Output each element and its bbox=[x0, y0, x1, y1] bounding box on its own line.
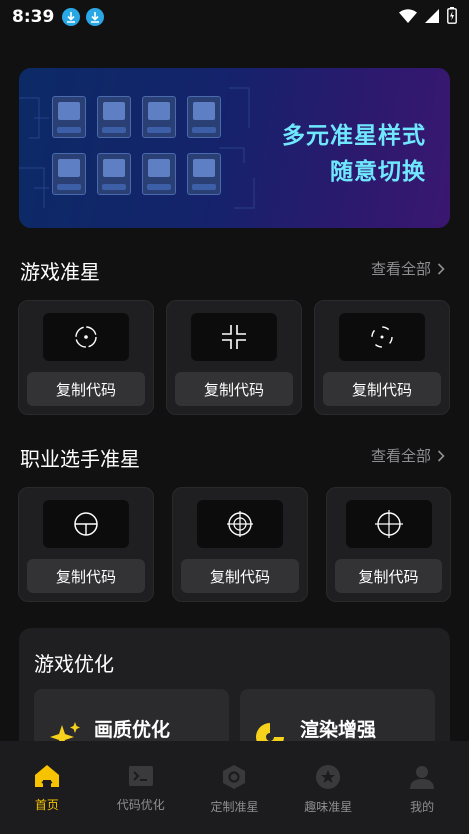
crosshair-preview bbox=[43, 313, 129, 361]
tab-label: 趣味准星 bbox=[304, 800, 353, 814]
tab-label: 定制准星 bbox=[210, 800, 259, 814]
hexagon-icon bbox=[223, 765, 246, 789]
dashed-circle-crosshair-icon bbox=[371, 326, 393, 348]
crosshair-card: 复制代码 bbox=[18, 300, 154, 415]
banner-title-line1: 多元准星样式 bbox=[282, 123, 426, 149]
see-all-pro-crosshair-link[interactable]: 查看全部 bbox=[371, 445, 445, 466]
crosshair-card: 复制代码 bbox=[326, 487, 451, 602]
section-title-game-crosshair: 游戏准星 bbox=[20, 260, 100, 284]
see-all-label: 查看全部 bbox=[370, 260, 431, 278]
crosshair-preview bbox=[345, 500, 432, 548]
section-title-game-optimization: 游戏优化 bbox=[34, 652, 114, 676]
star-icon bbox=[316, 765, 341, 789]
crosshair-card: 复制代码 bbox=[314, 300, 450, 415]
tab-home[interactable]: 首页 bbox=[0, 741, 94, 834]
wifi-icon bbox=[399, 8, 417, 27]
status-time: 8:39 bbox=[12, 7, 55, 27]
dot-ring-crosshair-icon bbox=[75, 326, 97, 348]
circle-cross-crosshair-icon bbox=[374, 510, 403, 538]
corner-crosshair-icon bbox=[222, 325, 246, 349]
terminal-icon bbox=[128, 766, 153, 786]
status-bar: 8:39 bbox=[0, 0, 469, 34]
tab-label: 代码优化 bbox=[116, 798, 165, 812]
crosshair-preview bbox=[43, 500, 129, 548]
tab-code-optimization[interactable]: 代码优化 bbox=[94, 741, 188, 834]
scope-crosshair-icon bbox=[74, 512, 98, 536]
banner-title-line2: 随意切换 bbox=[330, 159, 426, 185]
copy-code-button[interactable]: 复制代码 bbox=[175, 372, 293, 406]
preview-thumbnail bbox=[97, 96, 131, 138]
preview-thumbnail bbox=[52, 153, 86, 195]
crosshair-preview bbox=[197, 500, 283, 548]
chevron-right-icon bbox=[437, 262, 445, 275]
copy-code-button[interactable]: 复制代码 bbox=[27, 372, 145, 406]
preview-thumbnail bbox=[97, 153, 131, 195]
tab-profile[interactable]: 我的 bbox=[375, 741, 469, 834]
see-all-game-crosshair-link[interactable]: 查看全部 bbox=[371, 258, 445, 279]
tab-fun-crosshair[interactable]: 趣味准星 bbox=[281, 741, 375, 834]
tab-label: 首页 bbox=[34, 798, 59, 812]
image-quality-label: 画质优化 bbox=[94, 719, 171, 741]
section-title-pro-crosshair: 职业选手准星 bbox=[20, 447, 140, 471]
see-all-label: 查看全部 bbox=[370, 447, 431, 465]
battery-icon bbox=[447, 6, 457, 28]
user-icon bbox=[410, 766, 435, 789]
crosshair-card: 复制代码 bbox=[166, 300, 302, 415]
download-notification-icon bbox=[62, 8, 81, 26]
crosshair-preview bbox=[191, 313, 277, 361]
preview-thumbnail bbox=[142, 96, 176, 138]
target-crosshair-icon bbox=[227, 511, 253, 537]
crosshair-preview bbox=[339, 313, 425, 361]
tab-custom-crosshair[interactable]: 定制准星 bbox=[188, 741, 282, 834]
crosshair-card: 复制代码 bbox=[18, 487, 154, 602]
tab-label: 我的 bbox=[410, 800, 435, 814]
preview-thumbnail bbox=[187, 96, 221, 138]
preview-thumbnail bbox=[142, 153, 176, 195]
chevron-right-icon bbox=[437, 449, 445, 462]
bottom-tab-bar: 首页 代码优化 定制准星 趣味准星 我的 bbox=[0, 741, 469, 834]
preview-thumbnail bbox=[52, 96, 86, 138]
render-enhancement-label: 渲染增强 bbox=[300, 719, 377, 741]
home-icon bbox=[34, 765, 59, 787]
copy-code-button[interactable]: 复制代码 bbox=[335, 559, 442, 593]
copy-code-button[interactable]: 复制代码 bbox=[323, 372, 441, 406]
download-notification-icon bbox=[86, 8, 105, 26]
copy-code-button[interactable]: 复制代码 bbox=[181, 559, 299, 593]
preview-thumbnail bbox=[187, 153, 221, 195]
promo-banner[interactable]: 多元准星样式 随意切换 bbox=[19, 68, 450, 228]
crosshair-card: 复制代码 bbox=[172, 487, 308, 602]
copy-code-button[interactable]: 复制代码 bbox=[27, 559, 145, 593]
cellular-signal-icon bbox=[425, 8, 439, 27]
